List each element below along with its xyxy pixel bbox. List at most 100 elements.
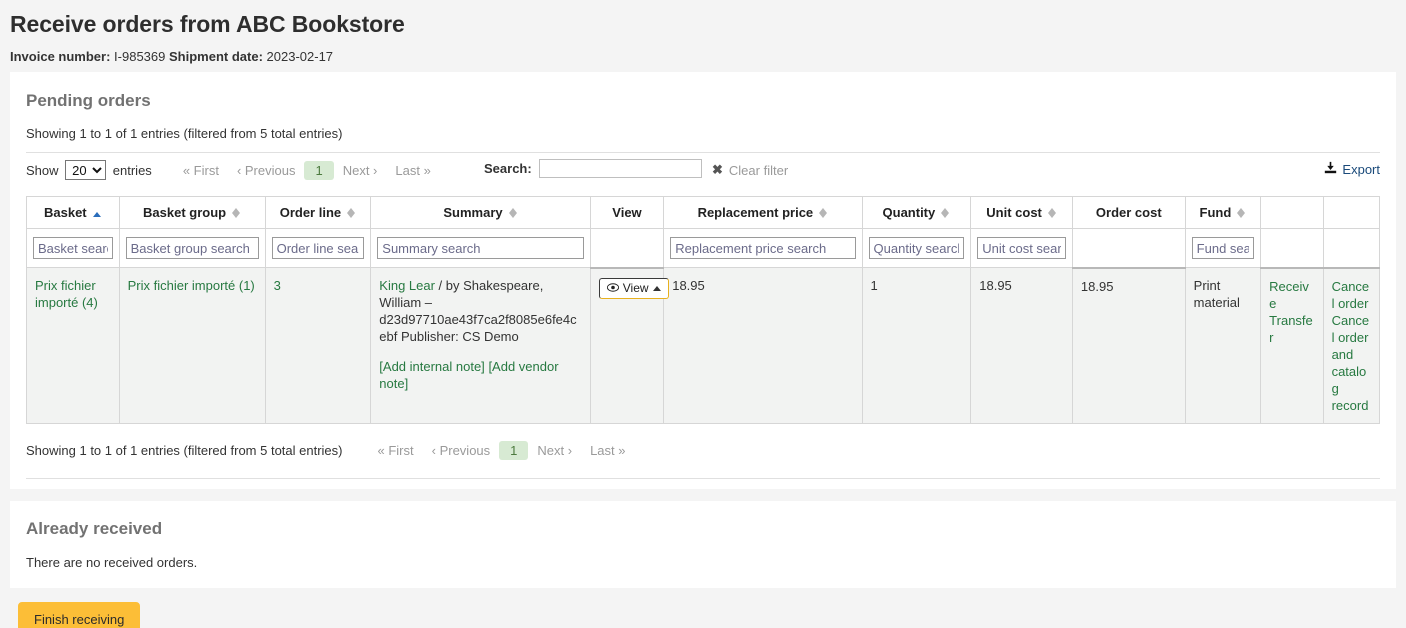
cell-actions-secondary: Cancel order Cancel order and catalog re…	[1322, 267, 1381, 424]
column-label: Order cost	[1095, 205, 1162, 220]
filter-input-order-line[interactable]	[271, 237, 365, 259]
pagination-bottom-first[interactable]: « First	[369, 441, 423, 460]
already-received-heading: Already received	[26, 518, 163, 538]
add-internal-note-link[interactable]: [Add internal note]	[379, 359, 485, 374]
footer-actions: Finish receiving	[0, 587, 1406, 628]
cell-replacement-price: 18.95	[663, 267, 863, 424]
pagination-last-label: Last	[395, 162, 420, 178]
table-toolbar: Show 20 entries « First ‹ Previous 1 Nex…	[26, 152, 1380, 186]
sort-ascending-icon	[92, 211, 102, 219]
filter-cell-order-line	[264, 228, 372, 268]
shipment-date-label: Shipment date:	[169, 49, 263, 64]
basket-link[interactable]: Prix fichier importé (4)	[35, 278, 98, 310]
pagination-bottom-previous[interactable]: ‹ Previous	[423, 441, 500, 460]
toolbar-left-group: Show 20 entries « First ‹ Previous 1 Nex…	[26, 160, 440, 180]
table-row: Prix fichier importé (4) Prix fichier im…	[26, 267, 1381, 424]
pagination-bottom-page-1[interactable]: 1	[499, 441, 529, 460]
pagination-bottom-next-label: Next	[537, 443, 565, 458]
column-label: View	[612, 205, 642, 220]
cancel-order-and-catalog-record-link[interactable]: Cancel order and catalog record	[1332, 313, 1370, 413]
basket-group-link[interactable]: Prix fichier importé (1)	[128, 278, 255, 293]
eye-icon	[606, 281, 619, 296]
column-header-fund[interactable]: Fund	[1184, 196, 1262, 229]
column-header-order-cost: Order cost	[1071, 196, 1186, 229]
pagination-next[interactable]: Next ›	[334, 161, 387, 180]
pagination-last[interactable]: Last »	[386, 161, 439, 180]
page-title: Receive orders from ABC Bookstore	[10, 11, 405, 37]
panel-divider	[26, 477, 1380, 479]
summary-title-link[interactable]: King Lear	[379, 278, 435, 293]
clear-filter-label: Clear filter	[728, 162, 789, 178]
pagination-bottom-last[interactable]: Last »	[581, 441, 634, 460]
pagination-previous[interactable]: ‹ Previous	[228, 161, 305, 180]
sort-icon	[232, 207, 241, 219]
pagination-first[interactable]: « First	[174, 161, 228, 180]
export-button[interactable]: Export	[1324, 161, 1380, 177]
filter-cell-quantity	[861, 228, 972, 268]
filter-cell-order-cost	[1071, 228, 1186, 269]
filter-input-basket[interactable]	[33, 237, 113, 259]
column-header-basket[interactable]: Basket	[26, 196, 120, 229]
cell-order-line: 3	[264, 267, 372, 424]
table-header-row: Basket Basket group Order line Summary V…	[26, 196, 1381, 229]
pending-orders-panel: Pending orders Showing 1 to 1 of 1 entri…	[10, 72, 1396, 489]
filter-input-unit-cost[interactable]	[977, 237, 1066, 259]
page-length-select[interactable]: 20	[65, 160, 107, 180]
cell-order-cost: 18.95	[1071, 267, 1186, 424]
cell-basket: Prix fichier importé (4)	[26, 267, 120, 424]
table-footer-controls: Showing 1 to 1 of 1 entries (filtered fr…	[26, 438, 1380, 464]
filter-cell-unit-cost	[970, 228, 1073, 268]
sort-icon	[1047, 207, 1057, 219]
filter-cell-summary	[370, 228, 591, 268]
column-header-basket-group[interactable]: Basket group	[118, 196, 266, 229]
filter-cell-actions-primary	[1260, 228, 1324, 269]
page-length-prefix: Show	[26, 163, 59, 178]
panel-gap	[0, 488, 1406, 501]
pagination-top: « First ‹ Previous 1 Next › Last »	[174, 160, 440, 180]
column-label: Replacement price	[697, 205, 814, 220]
cancel-order-link[interactable]: Cancel order	[1332, 279, 1370, 311]
shipment-date-value: 2023-02-17	[266, 49, 334, 64]
search-input[interactable]	[538, 159, 702, 178]
table-head: Basket Basket group Order line Summary V…	[26, 196, 1381, 269]
column-header-summary[interactable]: Summary	[370, 196, 591, 229]
column-header-actions-secondary	[1322, 196, 1381, 229]
clear-filter-button[interactable]: ✖ Clear filter	[712, 162, 788, 178]
download-icon	[1324, 161, 1337, 177]
pagination-bottom: « First ‹ Previous 1 Next › Last »	[369, 441, 635, 460]
column-header-actions-primary	[1260, 196, 1324, 229]
cell-fund: Print material	[1184, 267, 1262, 424]
cell-actions-primary: Receive Transfer	[1260, 267, 1324, 424]
filter-input-summary[interactable]	[377, 237, 584, 259]
sort-icon	[508, 207, 518, 219]
invoice-summary: Invoice number: I-985369 Shipment date: …	[10, 49, 1396, 64]
pagination-page-1[interactable]: 1	[304, 160, 334, 180]
column-label: Basket	[43, 205, 87, 220]
table-body: Prix fichier importé (4) Prix fichier im…	[26, 267, 1381, 424]
column-header-order-line[interactable]: Order line	[264, 196, 372, 229]
table-filter-row	[26, 228, 1381, 269]
column-header-replacement-price[interactable]: Replacement price	[663, 196, 863, 229]
pagination-next-label: Next	[342, 162, 370, 178]
column-header-quantity[interactable]: Quantity	[861, 196, 972, 229]
filter-input-replacement-price[interactable]	[670, 237, 856, 259]
filter-input-fund[interactable]	[1191, 237, 1255, 259]
summary-text: King Lear / by Shakespeare, William – d2…	[379, 277, 581, 345]
cell-quantity: 1	[861, 267, 972, 424]
order-line-link[interactable]: 3	[274, 278, 281, 293]
table-search: Search:	[484, 159, 702, 178]
finish-receiving-button[interactable]: Finish receiving	[18, 601, 141, 628]
receive-link[interactable]: Receive	[1269, 279, 1309, 311]
column-header-unit-cost[interactable]: Unit cost	[970, 196, 1073, 229]
filter-input-basket-group[interactable]	[125, 237, 259, 259]
close-icon: ✖	[712, 162, 723, 177]
filter-input-quantity[interactable]	[868, 237, 965, 259]
pending-orders-table: Basket Basket group Order line Summary V…	[26, 196, 1381, 424]
filter-cell-fund	[1184, 228, 1262, 268]
pending-orders-info-top: Showing 1 to 1 of 1 entries (filtered fr…	[26, 126, 343, 141]
pagination-bottom-next[interactable]: Next ›	[528, 441, 581, 460]
sort-icon	[1237, 207, 1246, 219]
column-label: Summary	[443, 205, 503, 220]
view-button[interactable]: View	[598, 277, 669, 299]
transfer-link[interactable]: Transfer	[1269, 313, 1313, 345]
